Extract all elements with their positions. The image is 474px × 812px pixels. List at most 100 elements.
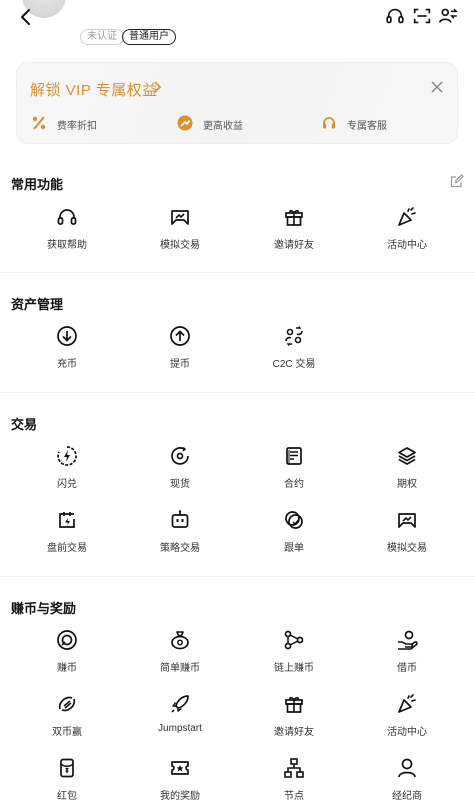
switch-account-icon[interactable] — [437, 5, 459, 27]
close-icon[interactable] — [431, 81, 443, 93]
menu-item-simple-earn[interactable]: 简单赚币 — [130, 629, 230, 675]
edit-icon[interactable] — [450, 174, 464, 188]
menu-item-jumpstart[interactable]: Jumpstart — [130, 693, 230, 739]
flash-convert-icon — [57, 446, 77, 466]
support-headset-icon[interactable] — [384, 5, 406, 27]
spot-icon — [171, 446, 189, 465]
dual-coin-icon — [58, 696, 76, 712]
menu-item-get-help[interactable]: 获取帮助 — [17, 206, 117, 252]
menu-item-earn[interactable]: 赚币 — [17, 629, 117, 675]
menu-item-label: 跟单 — [284, 543, 304, 554]
node-icon — [284, 758, 304, 778]
vip-title[interactable]: 解锁 VIP 专属权益 — [30, 79, 158, 100]
menu-item-strategy-trading[interactable]: 策略交易 — [130, 509, 230, 555]
menu-item-label: 节点 — [284, 791, 304, 802]
contract-icon — [286, 447, 302, 465]
menu-item-label: 经纪商 — [392, 791, 422, 802]
menu-item-label: 模拟交易 — [387, 543, 427, 554]
headset-icon — [323, 117, 335, 129]
c2c-icon — [285, 326, 303, 346]
ticket-icon — [171, 761, 189, 775]
menu-item-label: 我的奖励 — [160, 791, 200, 802]
vip-perk-label: 更高收益 — [203, 121, 243, 132]
vip-perk-label: 专属客服 — [347, 121, 387, 132]
section-title-trade: 交易 — [11, 417, 38, 432]
menu-item-label: 红包 — [57, 791, 77, 802]
coin-icon — [57, 630, 77, 650]
menu-item-premarket-trading[interactable]: 盘前交易 — [17, 509, 117, 555]
vip-perk-higher-yield: 更高收益 — [177, 115, 297, 133]
scan-icon[interactable] — [411, 5, 433, 27]
verification-badge[interactable]: 未认证 — [80, 29, 124, 45]
menu-item-label: 提币 — [170, 359, 190, 370]
menu-item-label: 借币 — [397, 663, 417, 674]
menu-item-deposit[interactable]: 充币 — [17, 325, 117, 371]
money-bag-icon — [171, 631, 189, 650]
menu-item-loan[interactable]: 借币 — [357, 629, 457, 675]
bot-icon — [171, 510, 189, 528]
rocket-icon — [171, 695, 189, 713]
menu-item-spot[interactable]: 现货 — [130, 445, 230, 491]
vip-banner[interactable]: 解锁 VIP 专属权益 费率折扣 更高收益 专属客服 — [16, 62, 458, 144]
premarket-icon — [59, 512, 75, 528]
menu-item-node[interactable]: 节点 — [244, 757, 344, 803]
menu-item-label: 链上赚币 — [274, 663, 314, 674]
menu-item-activity-center[interactable]: 活动中心 — [357, 206, 457, 252]
menu-item-invite-friends-2[interactable]: 邀请好友 — [244, 693, 344, 739]
menu-item-activity-center-2[interactable]: 活动中心 — [357, 693, 457, 739]
menu-item-label: Jumpstart — [158, 723, 202, 734]
menu-item-label: 邀请好友 — [274, 727, 314, 738]
loan-icon — [398, 630, 418, 650]
menu-item-label: 现货 — [170, 479, 190, 490]
gift-icon — [285, 209, 303, 226]
menu-item-label: 邀请好友 — [274, 240, 314, 251]
broker-icon — [398, 758, 416, 778]
menu-item-options[interactable]: 期权 — [357, 445, 457, 491]
menu-item-demo-trading-2[interactable]: 模拟交易 — [357, 509, 457, 555]
chain-icon — [284, 630, 304, 650]
party-icon — [398, 207, 416, 226]
user-level-badge[interactable]: 普通用户 — [122, 29, 176, 45]
section-divider — [0, 392, 474, 393]
menu-item-onchain-earn[interactable]: 链上赚币 — [244, 629, 344, 675]
menu-item-label: 合约 — [284, 479, 304, 490]
menu-item-label: 闪兑 — [57, 479, 77, 490]
menu-item-demo-trading[interactable]: 模拟交易 — [130, 206, 230, 252]
menu-item-label: 简单赚币 — [160, 663, 200, 674]
menu-item-c2c-trading[interactable]: C2C 交易 — [244, 325, 344, 371]
menu-item-label: 赚币 — [57, 663, 77, 674]
section-title-assets: 资产管理 — [11, 297, 64, 312]
menu-item-red-packet[interactable]: 红包 — [17, 757, 117, 803]
gift-icon — [285, 696, 303, 713]
party-icon — [398, 694, 416, 713]
menu-item-label: 期权 — [397, 479, 417, 490]
menu-item-label: 盘前交易 — [47, 543, 87, 554]
deposit-icon — [57, 326, 77, 346]
back-arrow-icon[interactable] — [14, 5, 38, 29]
menu-item-label: 活动中心 — [387, 727, 427, 738]
vip-perk-label: 费率折扣 — [57, 121, 97, 132]
section-title-earn: 赚币与奖励 — [11, 601, 77, 616]
vip-perk-fee-discount: 费率折扣 — [31, 115, 151, 133]
section-divider — [0, 576, 474, 577]
yield-icon — [177, 115, 193, 131]
demo-trade-icon — [398, 513, 416, 528]
menu-item-copy-trading[interactable]: 跟单 — [244, 509, 344, 555]
menu-item-label: 模拟交易 — [160, 240, 200, 251]
menu-item-my-rewards[interactable]: 我的奖励 — [130, 757, 230, 803]
menu-item-label: 获取帮助 — [47, 240, 87, 251]
menu-item-dual-investment[interactable]: 双币赢 — [17, 693, 117, 739]
menu-item-withdraw[interactable]: 提币 — [130, 325, 230, 371]
menu-item-contract[interactable]: 合约 — [244, 445, 344, 491]
menu-item-broker[interactable]: 经纪商 — [357, 757, 457, 803]
chevron-right-icon — [154, 81, 162, 93]
top-bar: 未认证 普通用户 — [0, 0, 474, 46]
copy-trade-icon — [285, 511, 303, 529]
menu-item-label: 活动中心 — [387, 240, 427, 251]
menu-item-label: 策略交易 — [160, 543, 200, 554]
menu-item-invite-friends[interactable]: 邀请好友 — [244, 206, 344, 252]
demo-trade-icon — [171, 210, 189, 225]
red-packet-icon — [60, 758, 74, 778]
vip-perk-exclusive-support: 专属客服 — [321, 115, 441, 133]
menu-item-flash-convert[interactable]: 闪兑 — [17, 445, 117, 491]
